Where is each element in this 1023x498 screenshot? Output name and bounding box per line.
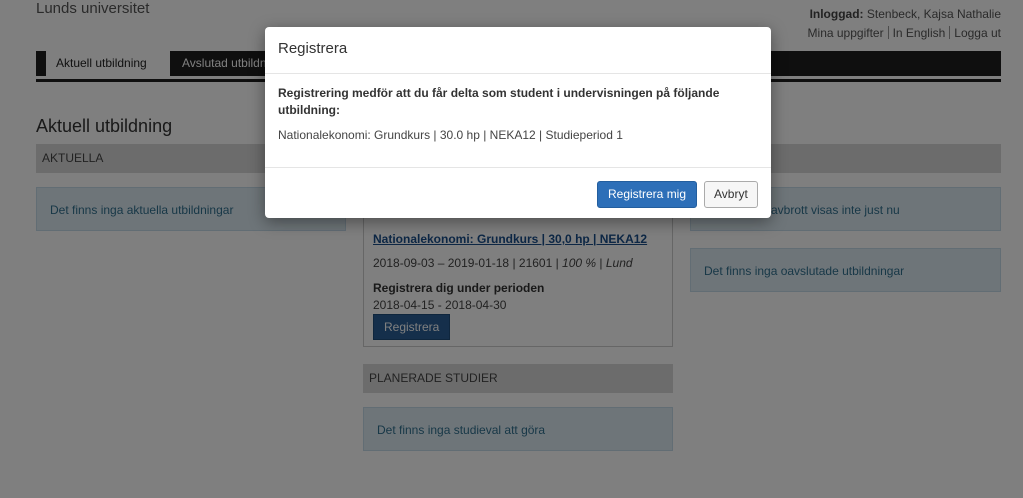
modal-lead-text: Registrering medför att du får delta som…	[278, 86, 720, 117]
modal-header: Registrera	[265, 27, 771, 74]
modal-body: Registrering medför att du får delta som…	[278, 85, 751, 142]
cancel-button[interactable]: Avbryt	[704, 181, 758, 208]
modal-title: Registrera	[278, 40, 348, 57]
modal-course-text: Nationalekonomi: Grundkurs | 30.0 hp | N…	[278, 128, 623, 142]
register-modal: Registrera Registrering medför att du få…	[265, 27, 771, 218]
register-me-button[interactable]: Registrera mig	[597, 181, 698, 208]
modal-footer: Registrera mig Avbryt	[265, 167, 771, 219]
